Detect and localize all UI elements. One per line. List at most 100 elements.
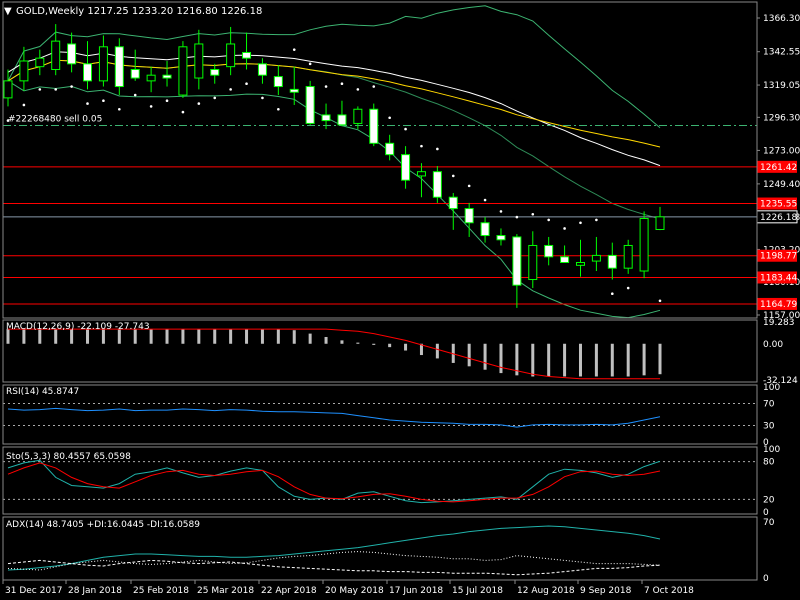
- sar-dot: [515, 215, 519, 219]
- level-price-label: 1261.42: [760, 163, 797, 173]
- candle-body: [560, 256, 570, 263]
- price-tick-label: 1319.05: [763, 81, 800, 91]
- sar-dot: [6, 119, 10, 122]
- stoch-label: Sto(5,3,3) 80.4557 65.0598: [6, 452, 131, 462]
- sar-dot: [404, 127, 407, 131]
- price-tick-label: 1273.00: [763, 146, 800, 156]
- time-tick-label: 17 Jun 2018: [389, 586, 443, 596]
- macd-histogram-bar: [642, 343, 646, 376]
- candle-body: [401, 154, 411, 181]
- sar-dot: [610, 292, 614, 296]
- candle[interactable]: [369, 103, 379, 147]
- candle-body: [607, 254, 617, 269]
- candle-body: [242, 51, 252, 59]
- candle-body: [146, 74, 156, 82]
- adx-label: ADX(14) 48.7405 +DI:16.0445 -DI:16.0589: [6, 520, 200, 530]
- candle-body: [639, 218, 649, 272]
- macd-histogram-bar: [626, 343, 630, 377]
- price-tick-label: 1366.30: [763, 14, 800, 24]
- candle[interactable]: [178, 41, 188, 98]
- sar-dot: [292, 48, 296, 51]
- candle-body: [210, 69, 220, 76]
- macd-histogram-bar: [547, 343, 551, 377]
- macd-tick-label: 19.283: [763, 318, 795, 328]
- time-tick-label: 22 Apr 2018: [261, 586, 317, 596]
- sar-dot: [579, 221, 582, 225]
- macd-histogram-bar: [356, 342, 360, 344]
- time-tick-label: 15 Jul 2018: [452, 586, 503, 596]
- sar-dot: [388, 116, 391, 120]
- symbol: GOLD: [16, 6, 45, 17]
- sar-dot: [229, 88, 232, 91]
- macd-histogram-bar: [229, 329, 233, 344]
- ohlc-readout: 1217.25 1233.20 1216.80 1226.18: [87, 6, 262, 17]
- price-tick-label: 1296.30: [763, 113, 800, 123]
- trading-chart[interactable]: 1366.30 1342.55 1319.05 1296.30 1273.00 1249.…: [0, 0, 800, 600]
- candle-body: [257, 63, 267, 76]
- sar-dot: [197, 102, 201, 105]
- sar-dot: [372, 85, 376, 88]
- sar-dot: [356, 88, 360, 91]
- sar-dot: [324, 85, 328, 88]
- candle-body: [575, 261, 585, 266]
- candle[interactable]: [432, 166, 442, 203]
- rsi-tick-label: 100: [763, 383, 780, 393]
- sar-dot: [451, 174, 455, 178]
- macd-histogram-bar: [563, 343, 567, 377]
- candle[interactable]: [114, 38, 124, 96]
- candle-body: [35, 57, 45, 68]
- macd-histogram-bar: [292, 330, 296, 344]
- stoch-tick-label: 100: [763, 445, 780, 455]
- sar-dot: [181, 110, 185, 114]
- sar-dot: [261, 96, 264, 100]
- time-tick-label: 31 Dec 2017: [5, 586, 63, 596]
- candle-body: [130, 69, 140, 79]
- sar-dot: [38, 88, 42, 91]
- macd-histogram-bar: [308, 333, 312, 344]
- current-price-label: 1226.18: [760, 213, 797, 223]
- sar-dot: [340, 82, 344, 86]
- sar-dot: [86, 102, 89, 105]
- macd-histogram-bar: [276, 329, 280, 344]
- time-tick-label: 12 Aug 2018: [517, 586, 575, 596]
- macd-histogram-bar: [213, 329, 217, 344]
- candle-body: [83, 63, 93, 82]
- sar-dot: [547, 218, 550, 222]
- candle-body: [655, 216, 665, 231]
- order-label: #22268480 sell 0.05: [8, 115, 102, 125]
- stoch-tick-label: 0: [763, 508, 769, 518]
- sar-dot: [563, 227, 566, 230]
- candle-body: [178, 46, 188, 96]
- candle[interactable]: [639, 211, 649, 279]
- macd-histogram-bar: [149, 329, 153, 344]
- sar-dot: [213, 96, 217, 100]
- candle-body: [432, 171, 442, 198]
- candle-body: [623, 244, 633, 269]
- candle-body: [528, 244, 538, 281]
- candle-body: [416, 171, 426, 177]
- chart-title-arrow[interactable]: ▼: [4, 6, 12, 17]
- candle-body: [305, 86, 315, 124]
- candle-body: [544, 244, 554, 258]
- macd-histogram-bar: [610, 343, 614, 377]
- candle-body: [114, 46, 124, 88]
- sar-dot: [658, 299, 662, 303]
- macd-histogram-bar: [467, 343, 471, 367]
- macd-histogram-bar: [181, 329, 185, 344]
- rsi-tick-label: 70: [763, 400, 775, 410]
- price-tick-label: 1342.55: [763, 48, 800, 58]
- macd-histogram-bar: [197, 329, 201, 344]
- sar-dot: [149, 105, 153, 108]
- candle-body: [591, 254, 601, 262]
- candle-body: [289, 88, 299, 93]
- sar-dot: [70, 85, 73, 88]
- macd-histogram-bar: [340, 340, 344, 344]
- time-tick-label: 25 Feb 2018: [133, 586, 189, 596]
- stoch-tick-label: 80: [763, 458, 775, 468]
- rsi-tick-label: 30: [763, 422, 775, 432]
- sar-dot: [118, 107, 121, 111]
- sar-dot: [483, 198, 487, 202]
- candle-body: [51, 40, 61, 71]
- candle[interactable]: [305, 80, 315, 125]
- candle-body: [512, 236, 522, 286]
